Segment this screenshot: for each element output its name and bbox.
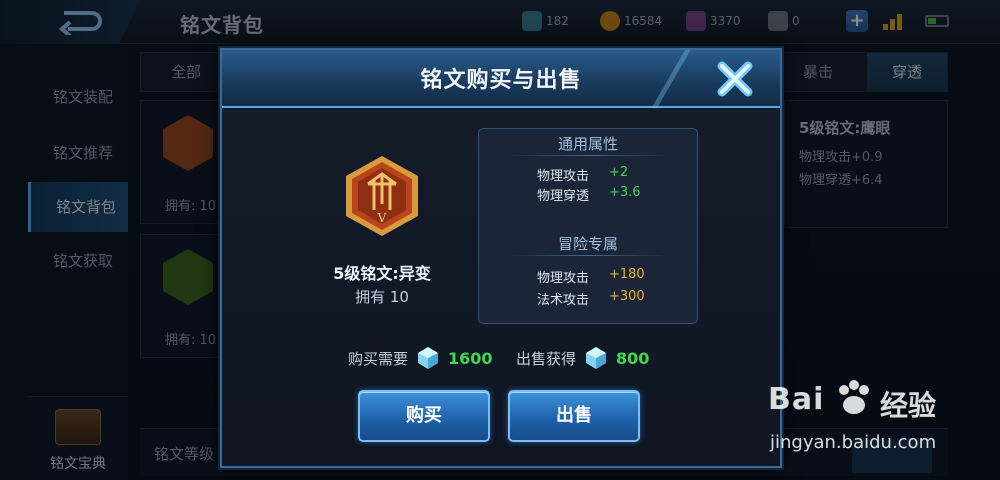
game-screen: 铭文背包 182 16584 3370 0 + 铭文装配 铭文推荐 铭文背包 铭… (0, 0, 1000, 480)
buy-price: 购买需要 1600 (348, 344, 493, 372)
sell-button[interactable]: 出售 (508, 390, 640, 442)
dialog-title: 铭文购买与出售 (420, 68, 582, 93)
stat-label: 物理攻击 (537, 169, 590, 184)
buy-price-label: 购买需要 (348, 349, 409, 368)
dialog-header: 铭文购买与出售 (222, 50, 780, 108)
general-attributes-title: 通用属性 (557, 135, 618, 153)
paw-icon (839, 380, 869, 414)
adventure-attributes-title: 冒险专属 (557, 235, 618, 253)
stat-value: +2 (609, 165, 629, 180)
crystal-icon (418, 347, 439, 369)
attribute-panel: 通用属性 物理攻击 +2 物理穿透 +3.6 冒险专属 物理攻击 +180 法术… (478, 128, 698, 324)
buy-sell-dialog: 铭文购买与出售 V 5级铭文:异变 拥有 10 通用属性 物理攻击 +2 物理穿… (220, 48, 782, 468)
buy-button[interactable]: 购买 (358, 390, 490, 442)
watermark-logo: Bai (768, 382, 825, 417)
watermark-cn: 经验 (880, 389, 937, 422)
stat-label: 法术攻击 (537, 293, 590, 308)
watermark-url: jingyan.baidu.com (770, 432, 937, 453)
crystal-icon (586, 347, 607, 369)
stat-value: +180 (609, 267, 645, 282)
stat-value: +3.6 (609, 185, 641, 200)
close-icon[interactable] (712, 56, 758, 102)
svg-text:V: V (377, 211, 387, 225)
sell-price: 出售获得 800 (516, 344, 649, 372)
inscription-emblem-icon: V (346, 156, 418, 236)
stat-row: 物理攻击 +180 (537, 267, 645, 286)
buy-price-value: 1600 (448, 348, 493, 368)
inscription-name: 5级铭文:异变 (333, 264, 431, 283)
stat-row: 物理攻击 +2 (537, 165, 628, 184)
owned-count: 拥有 10 (355, 288, 409, 306)
stat-label: 物理穿透 (537, 189, 590, 204)
stat-label: 物理攻击 (537, 271, 590, 286)
baidu-jingyan-watermark: Bai 经验 jingyan.baidu.com (760, 376, 990, 466)
stat-value: +300 (609, 289, 645, 304)
sell-price-value: 800 (616, 348, 650, 368)
stat-row: 法术攻击 +300 (537, 289, 645, 308)
stat-row: 物理穿透 +3.6 (537, 185, 641, 204)
sell-price-label: 出售获得 (516, 349, 577, 368)
